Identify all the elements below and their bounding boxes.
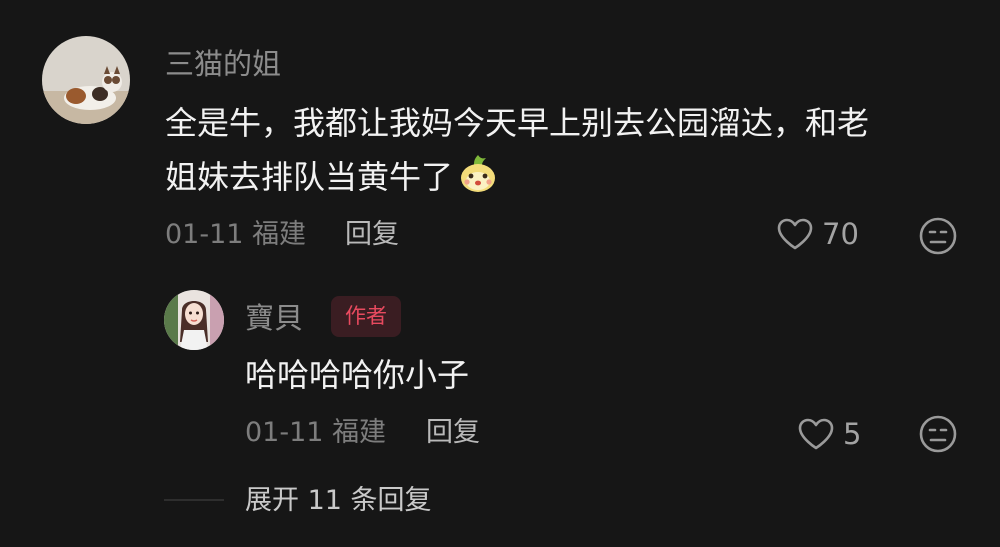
commenter-avatar[interactable]: [42, 36, 130, 124]
commenter-username[interactable]: 三猫的姐: [165, 46, 281, 82]
cat-photo-icon: [42, 36, 130, 124]
comment-reply-button[interactable]: 回复: [345, 218, 399, 252]
comment-text-line-1: 全是牛，我都让我妈今天早上别去公园溜达，和老: [165, 104, 870, 142]
author-badge: 作者: [331, 296, 401, 337]
heart-icon: [798, 418, 834, 450]
comment-like-button[interactable]: 70: [776, 217, 859, 251]
girl-avatar-icon: [164, 290, 224, 350]
reply-location: 福建: [332, 417, 387, 448]
comment-text-line-2-content: 姐妹去排队当黄牛了: [165, 158, 454, 196]
expand-replies-button[interactable]: 展开 11 条回复: [245, 484, 432, 518]
reply-meta: 01-11 福建: [245, 416, 386, 450]
comment-text-line-2: 姐妹去排队当黄牛了: [165, 152, 499, 202]
comment-date: 01-11: [165, 219, 244, 250]
reply-like-button[interactable]: 5: [797, 417, 861, 451]
reply-author-username[interactable]: 寶貝: [245, 300, 303, 336]
comment-meta: 01-11 福建: [165, 218, 306, 252]
comment-dislike-icon[interactable]: [918, 216, 958, 256]
reply-text: 哈哈哈哈你小子: [245, 356, 470, 394]
reply-reply-button[interactable]: 回复: [426, 416, 480, 450]
reply-date: 01-11: [245, 417, 324, 448]
comment-thread: 三猫的姐 全是牛，我都让我妈今天早上别去公园溜达，和老 姐妹去排队当黄牛了 01…: [0, 0, 1000, 547]
comment-location: 福建: [252, 219, 307, 250]
heart-icon: [777, 218, 813, 250]
comment-like-count: 70: [822, 217, 859, 251]
expand-divider: [164, 499, 224, 501]
pear-face-emoji-icon: [461, 155, 496, 192]
reply-author-avatar[interactable]: [164, 290, 224, 350]
reply-like-count: 5: [843, 417, 862, 451]
reply-dislike-icon[interactable]: [918, 414, 958, 454]
